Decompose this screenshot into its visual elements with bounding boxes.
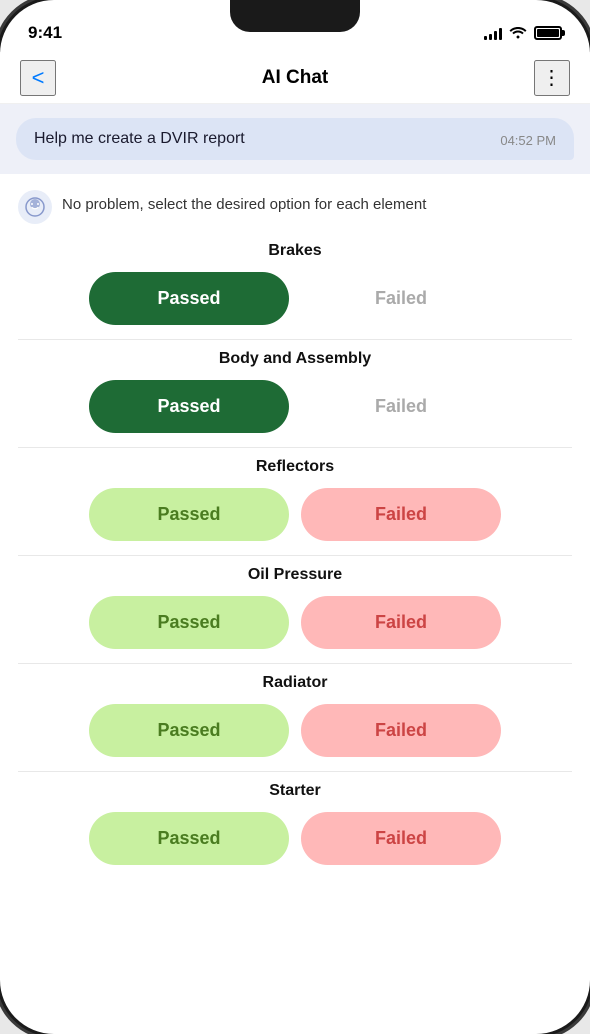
ai-response-area: No problem, select the desired option fo… <box>0 174 590 879</box>
chat-area: Help me create a DVIR report 04:52 PM <box>0 104 590 174</box>
user-message-bubble: Help me create a DVIR report 04:52 PM <box>16 118 574 160</box>
status-icons <box>484 25 562 42</box>
section-title-radiator: Radiator <box>18 674 572 692</box>
ai-message-row: No problem, select the desired option fo… <box>0 174 590 232</box>
radiator-failed-button[interactable]: Failed <box>301 704 501 757</box>
wifi-icon <box>509 25 527 42</box>
status-time: 9:41 <box>28 23 62 43</box>
back-button[interactable]: < <box>20 60 56 96</box>
button-row-oil: Passed Failed <box>18 596 572 649</box>
notch <box>230 0 360 32</box>
section-title-reflectors: Reflectors <box>18 458 572 476</box>
section-title-oil: Oil Pressure <box>18 566 572 584</box>
more-dots-icon: ⋮ <box>542 65 563 90</box>
inspection-section-reflectors: Reflectors Passed Failed <box>18 448 572 556</box>
ai-message-text: No problem, select the desired option fo… <box>62 190 426 216</box>
inspection-section-body: Body and Assembly Passed Failed <box>18 340 572 448</box>
ai-avatar <box>18 190 52 224</box>
inspection-section-oil: Oil Pressure Passed Failed <box>18 556 572 664</box>
brakes-failed-button[interactable]: Failed <box>301 272 501 325</box>
section-title-starter: Starter <box>18 782 572 800</box>
inspection-section-brakes: Brakes Passed Failed <box>18 232 572 340</box>
inspection-content: Brakes Passed Failed Body and Assembly P… <box>0 232 590 879</box>
inspection-section-starter: Starter Passed Failed <box>18 772 572 879</box>
reflectors-failed-button[interactable]: Failed <box>301 488 501 541</box>
radiator-passed-button[interactable]: Passed <box>89 704 289 757</box>
user-message-text: Help me create a DVIR report <box>34 130 488 148</box>
section-title-brakes: Brakes <box>18 242 572 260</box>
inspection-section-radiator: Radiator Passed Failed <box>18 664 572 772</box>
signal-icon <box>484 27 502 40</box>
button-row-body: Passed Failed <box>18 380 572 433</box>
starter-failed-button[interactable]: Failed <box>301 812 501 865</box>
back-chevron-icon: < <box>32 65 45 91</box>
battery-icon <box>534 26 562 40</box>
oil-failed-button[interactable]: Failed <box>301 596 501 649</box>
starter-passed-button[interactable]: Passed <box>89 812 289 865</box>
body-failed-button[interactable]: Failed <box>301 380 501 433</box>
nav-bar: < AI Chat ⋮ <box>0 52 590 104</box>
button-row-brakes: Passed Failed <box>18 272 572 325</box>
brakes-passed-button[interactable]: Passed <box>89 272 289 325</box>
section-title-body: Body and Assembly <box>18 350 572 368</box>
reflectors-passed-button[interactable]: Passed <box>89 488 289 541</box>
body-passed-button[interactable]: Passed <box>89 380 289 433</box>
button-row-radiator: Passed Failed <box>18 704 572 757</box>
user-message-time: 04:52 PM <box>500 133 556 148</box>
button-row-starter: Passed Failed <box>18 812 572 865</box>
more-options-button[interactable]: ⋮ <box>534 60 570 96</box>
oil-passed-button[interactable]: Passed <box>89 596 289 649</box>
page-title: AI Chat <box>262 67 329 89</box>
button-row-reflectors: Passed Failed <box>18 488 572 541</box>
phone-frame: 9:41 < AI Chat <box>0 0 590 1034</box>
